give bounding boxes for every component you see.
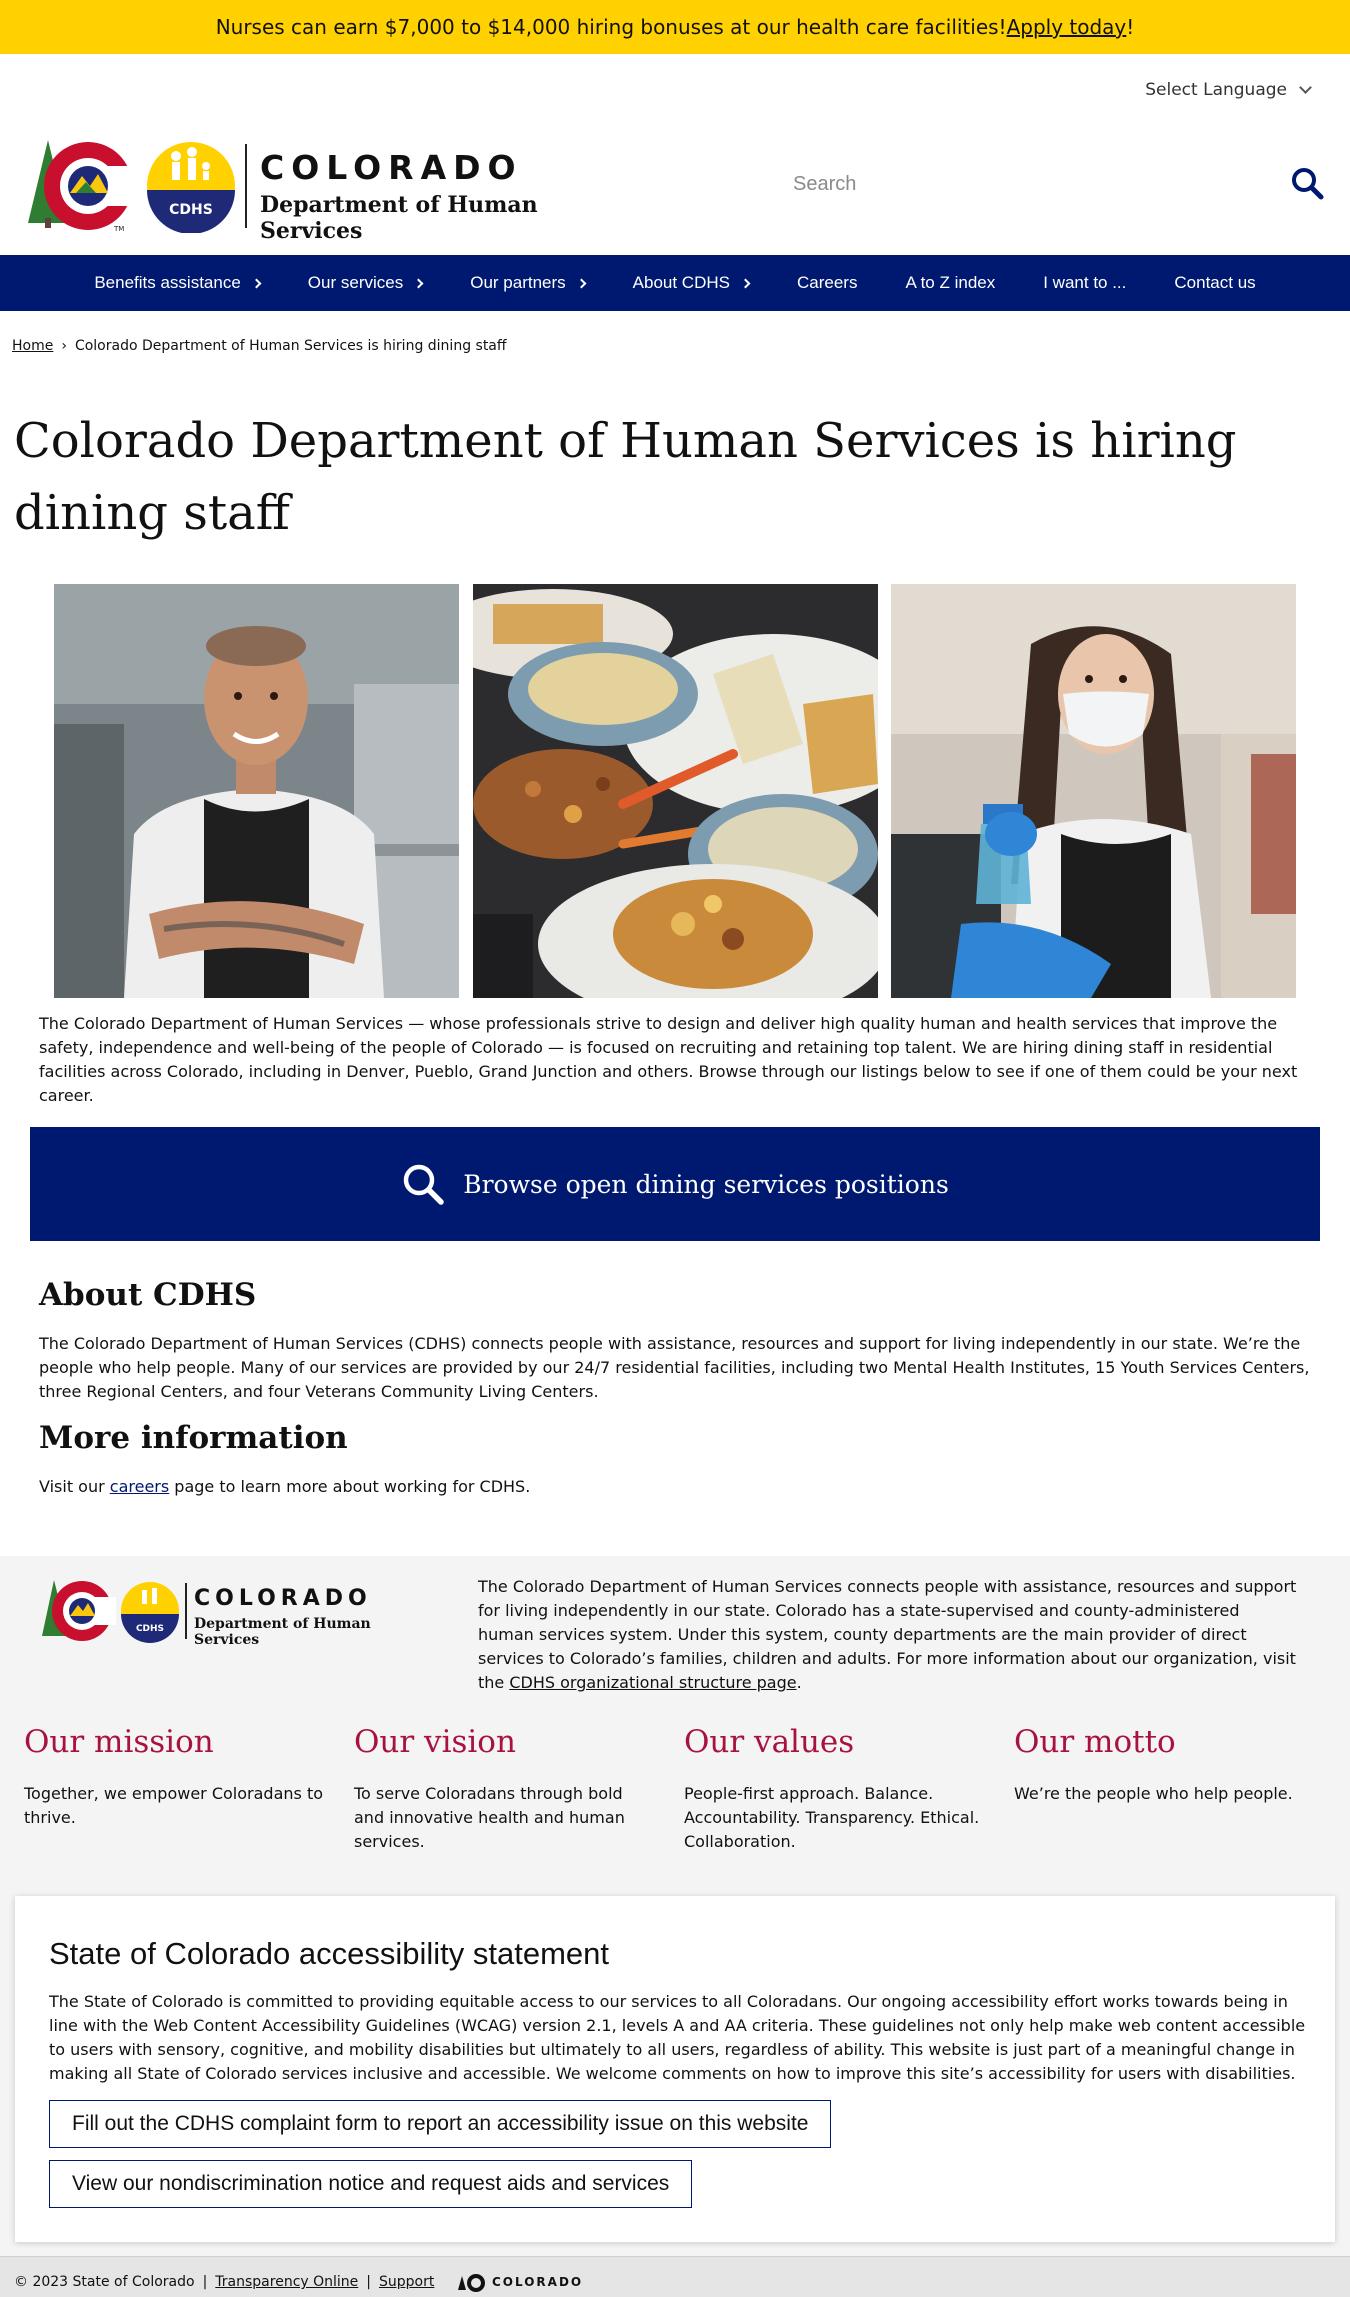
careers-link[interactable]: careers bbox=[110, 1477, 169, 1496]
chef-photo bbox=[54, 584, 459, 998]
nondiscrimination-button[interactable]: View our nondiscrimination notice and re… bbox=[49, 2160, 693, 2208]
values-column: Our values People-first approach. Balanc… bbox=[684, 1724, 984, 1854]
intro-paragraph: The Colorado Department of Human Service… bbox=[39, 1014, 1298, 1105]
footer-about-paragraph: The Colorado Department of Human Service… bbox=[478, 1575, 1298, 1695]
logo-wordmark: COLORADO bbox=[260, 148, 523, 187]
nav-our-services[interactable]: Our services bbox=[284, 255, 446, 311]
page-title: Colorado Department of Human Services is… bbox=[14, 413, 1237, 541]
nav-i-want-to[interactable]: I want to ... bbox=[1019, 255, 1150, 311]
motto-column: Our motto We’re the people who help peop… bbox=[1014, 1724, 1314, 1806]
motto-heading: Our motto bbox=[1014, 1724, 1176, 1760]
mission-heading: Our mission bbox=[24, 1724, 214, 1760]
main-nav: Benefits assistance Our services Our par… bbox=[0, 255, 1350, 311]
accessibility-heading: State of Colorado accessibility statemen… bbox=[49, 1936, 609, 1971]
nav-careers[interactable]: Careers bbox=[773, 255, 881, 311]
server-photo bbox=[891, 584, 1296, 998]
footer-about-suffix: . bbox=[796, 1673, 802, 1692]
nav-label: Our services bbox=[307, 273, 404, 292]
nav-benefits-assistance[interactable]: Benefits assistance bbox=[70, 255, 283, 311]
values-heading: Our values bbox=[684, 1724, 855, 1760]
search-icon bbox=[403, 1164, 444, 1205]
nav-label: About CDHS bbox=[632, 273, 730, 292]
support-link[interactable]: Support bbox=[379, 2274, 434, 2290]
nav-label: A to Z index bbox=[905, 273, 996, 292]
values-text: People-first approach. Balance. Accounta… bbox=[684, 1784, 980, 1851]
chef-image bbox=[54, 584, 459, 998]
accessibility-statement: State of Colorado accessibility statemen… bbox=[15, 1896, 1335, 2242]
chevron-right-icon bbox=[413, 278, 424, 288]
search-icon[interactable] bbox=[1290, 166, 1324, 200]
chevron-down-icon bbox=[1299, 81, 1312, 94]
language-label: Select Language bbox=[1145, 80, 1287, 100]
food-photo bbox=[473, 584, 878, 998]
tm-mark: TM bbox=[113, 225, 124, 233]
nav-our-partners[interactable]: Our partners bbox=[446, 255, 608, 311]
breadcrumb: Home › Colorado Department of Human Serv… bbox=[12, 338, 507, 354]
colorado-cdhs-logo-icon: TM CDHS bbox=[28, 140, 235, 233]
breadcrumb-home-link[interactable]: Home bbox=[12, 338, 53, 354]
nav-label: I want to ... bbox=[1043, 273, 1127, 292]
alert-suffix: ! bbox=[1126, 15, 1135, 39]
copyright-text: © 2023 State of Colorado bbox=[14, 2274, 195, 2290]
complaint-form-button[interactable]: Fill out the CDHS complaint form to repo… bbox=[49, 2100, 832, 2148]
language-select[interactable]: Select Language bbox=[1145, 80, 1312, 100]
chevron-right-icon bbox=[740, 278, 751, 288]
logo-divider bbox=[185, 1583, 187, 1639]
footer-logo-wordmark: COLORADO bbox=[194, 1586, 372, 1611]
browse-positions-button[interactable]: Browse open dining services positions bbox=[30, 1127, 1320, 1241]
nav-a-to-z-index[interactable]: A to Z index bbox=[881, 255, 1019, 311]
search-input[interactable] bbox=[793, 160, 1273, 208]
chevron-right-icon bbox=[576, 278, 587, 288]
vision-column: Our vision To serve Coloradans through b… bbox=[354, 1724, 654, 1854]
transparency-online-link[interactable]: Transparency Online bbox=[215, 2274, 358, 2290]
alert-text: Nurses can earn $7,000 to $14,000 hiring… bbox=[215, 15, 1007, 39]
more-prefix: Visit our bbox=[39, 1477, 110, 1496]
more-suffix: page to learn more about working for CDH… bbox=[169, 1477, 531, 1496]
browse-positions-label: Browse open dining services positions bbox=[463, 1169, 949, 1199]
org-structure-link[interactable]: CDHS organizational structure page bbox=[509, 1673, 796, 1692]
nav-label: Our partners bbox=[470, 273, 566, 292]
breadcrumb-separator: › bbox=[61, 338, 67, 354]
nav-about-cdhs[interactable]: About CDHS bbox=[609, 255, 773, 311]
about-heading: About CDHS bbox=[39, 1277, 257, 1313]
nav-label: Contact us bbox=[1174, 273, 1256, 292]
more-info-heading: More information bbox=[39, 1420, 348, 1456]
alert-banner: Nurses can earn $7,000 to $14,000 hiring… bbox=[0, 0, 1350, 54]
separator: | bbox=[202, 2274, 208, 2290]
state-wordmark: COLORADO bbox=[492, 2275, 584, 2289]
vision-text: To serve Coloradans through bold and inn… bbox=[354, 1784, 625, 1851]
chevron-right-icon bbox=[251, 278, 262, 288]
food-image bbox=[473, 584, 878, 998]
about-paragraph: The Colorado Department of Human Service… bbox=[39, 1334, 1310, 1401]
cdhs-badge-text: CDHS bbox=[136, 1624, 164, 1634]
server-image bbox=[891, 584, 1296, 998]
state-of-colorado-logo[interactable]: COLORADO bbox=[458, 2272, 583, 2292]
colorado-cdhs-logo-icon: CDHS bbox=[42, 1580, 179, 1643]
copyright-row: © 2023 State of Colorado | Transparency … bbox=[14, 2274, 434, 2290]
nav-label: Careers bbox=[796, 273, 858, 292]
nav-label: Benefits assistance bbox=[94, 273, 241, 292]
logo-divider bbox=[245, 144, 247, 228]
cdhs-badge-text: CDHS bbox=[169, 202, 213, 218]
apply-today-link[interactable]: Apply today bbox=[1007, 15, 1127, 39]
footer-logo[interactable]: CDHS COLORADO Department of Human Servic… bbox=[40, 1578, 440, 1648]
separator: | bbox=[366, 2274, 372, 2290]
more-info-paragraph: Visit our careers page to learn more abo… bbox=[39, 1475, 1311, 1499]
site-logo[interactable]: TM CDHS COLORADO Department of Human Ser… bbox=[26, 138, 626, 244]
accessibility-text: The State of Colorado is committed to pr… bbox=[49, 1992, 1306, 2083]
mission-column: Our mission Together, we empower Colorad… bbox=[24, 1724, 324, 1830]
motto-text: We’re the people who help people. bbox=[1014, 1784, 1293, 1803]
logo-department: Department of Human Services bbox=[260, 192, 538, 244]
colorado-c-icon bbox=[458, 2274, 485, 2292]
mission-text: Together, we empower Coloradans to thriv… bbox=[24, 1784, 323, 1827]
breadcrumb-current: Colorado Department of Human Services is… bbox=[74, 338, 507, 354]
vision-heading: Our vision bbox=[354, 1724, 516, 1760]
footer-logo-department: Department of Human Services bbox=[194, 1616, 371, 1648]
nav-contact-us[interactable]: Contact us bbox=[1150, 255, 1279, 311]
